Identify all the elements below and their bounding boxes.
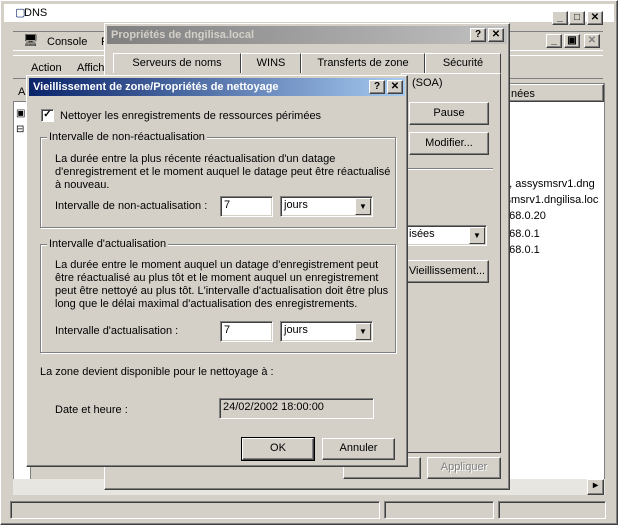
dns-app-icon: ▢ [15, 7, 26, 19]
help-icon[interactable]: ? [470, 28, 486, 42]
no-refresh-value: 7 [224, 199, 231, 211]
cancel-button-label: Annuler [339, 442, 378, 454]
vieillissement-button[interactable]: Vieillissement... [405, 260, 489, 283]
status-panel-3 [498, 501, 606, 519]
tab-label: WINS [256, 57, 286, 69]
scavenge-available-text: La zone devient disponible pour le netto… [40, 366, 274, 378]
refresh-interval-legend: Intervalle d'actualisation [47, 238, 169, 250]
no-refresh-description: La durée entre la plus récente réactuali… [55, 153, 391, 191]
scavenge-checkbox-label[interactable]: Nettoyer les enregistrements de ressourc… [60, 110, 321, 122]
scroll-right-icon[interactable]: ▸ [587, 479, 604, 495]
tab-label: (SOA) [412, 77, 443, 89]
refresh-field-label: Intervalle d'actualisation : [55, 325, 179, 337]
no-refresh-interval-legend: Intervalle de non-réactualisation [47, 131, 207, 143]
dns-title-bar[interactable]: DNS [4, 4, 614, 22]
tab-label: Transferts de zone [317, 57, 409, 69]
chevron-down-icon[interactable]: ▼ [355, 198, 371, 215]
tab-label: Serveurs de noms [132, 57, 222, 69]
tab-soa[interactable]: (SOA) [401, 73, 501, 93]
tree-node-icon: ▣ [16, 108, 26, 119]
refresh-description: La durée entre le moment auquel un datag… [55, 259, 389, 310]
chevron-down-icon[interactable]: ▼ [355, 323, 371, 340]
tab-label: Sécurité [442, 57, 484, 69]
menu-action[interactable]: Action [31, 62, 62, 74]
vieillissement-button-label: Vieillissement... [408, 265, 486, 277]
maximize-icon[interactable]: □ [569, 11, 585, 25]
no-refresh-unit: jours [284, 199, 308, 211]
modifier-button-label: Modifier... [425, 137, 473, 149]
list-item[interactable]: 8], assysmsrv1.dng [500, 178, 595, 190]
close-icon[interactable]: ✕ [387, 80, 403, 94]
ok-button-label: OK [270, 442, 286, 454]
list-item[interactable]: ysmsrv1.dngilisa.loc [500, 194, 598, 206]
separator [405, 168, 493, 170]
no-refresh-unit-select[interactable]: jours ▼ [280, 196, 373, 217]
refresh-value-input[interactable]: 7 [220, 321, 273, 342]
no-refresh-interval-group: Intervalle de non-réactualisation La dur… [40, 131, 396, 228]
status-panel-1 [10, 501, 380, 519]
dns-status-bar [4, 499, 616, 521]
no-refresh-field-label: Intervalle de non-actualisation : [55, 200, 208, 212]
refresh-unit-select[interactable]: jours ▼ [280, 321, 373, 342]
mdi-restore-icon[interactable]: ▣ [564, 34, 580, 48]
pause-button-label: Pause [433, 107, 465, 119]
aging-dialog-title: Vieillissement de zone/Propriétés de net… [33, 81, 279, 93]
mdi-close-icon[interactable]: ✕ [584, 34, 600, 48]
details-list-pane: nées 8], assysmsrv1.dng ysmsrv1.dngilisa… [499, 83, 605, 493]
apply-button[interactable]: Appliquer [427, 457, 501, 479]
refresh-value: 7 [224, 324, 231, 336]
date-time-label: Date et heure : [55, 404, 128, 416]
aging-dialog-title-bar[interactable]: Vieillissement de zone/Propriétés de net… [29, 78, 405, 96]
list-column-header-label: nées [511, 88, 535, 100]
no-refresh-value-input[interactable]: 7 [220, 196, 273, 217]
tree-expand-icon[interactable]: ⊟ [16, 124, 24, 135]
tab-serveurs-de-noms[interactable]: Serveurs de noms [113, 53, 241, 73]
tree-pane-tab-label: A [18, 86, 26, 98]
tab-securite[interactable]: Sécurité [425, 53, 501, 73]
help-icon[interactable]: ? [369, 80, 385, 94]
dynamic-updates-value: isées [409, 228, 435, 240]
close-icon[interactable]: ✕ [488, 28, 504, 42]
refresh-interval-group: Intervalle d'actualisation La durée entr… [40, 238, 396, 353]
scavenge-checkbox[interactable]: ✓ [41, 109, 54, 122]
cancel-button[interactable]: Annuler [322, 438, 395, 460]
menu-console[interactable]: Console [47, 36, 87, 48]
list-column-header[interactable]: nées [500, 84, 604, 102]
tab-transferts-de-zone[interactable]: Transferts de zone [301, 53, 425, 73]
properties-window-title: Propriétés de dngilisa.local [111, 29, 255, 41]
refresh-unit: jours [284, 324, 308, 336]
tree-pane-tab[interactable]: A [13, 83, 25, 101]
modifier-button[interactable]: Modifier... [409, 132, 489, 155]
menu-affichage[interactable]: Affich [77, 62, 104, 74]
pause-button[interactable]: Pause [409, 102, 489, 125]
date-time-value: 24/02/2002 18:00:00 [223, 401, 324, 413]
mdi-minimize-icon[interactable]: _ [546, 34, 562, 48]
console-icon: 🖥 [23, 33, 39, 47]
close-icon[interactable]: ✕ [587, 11, 603, 25]
chevron-down-icon[interactable]: ▼ [469, 227, 485, 244]
aging-dialog: Vieillissement de zone/Propriétés de net… [26, 75, 408, 467]
status-panel-2 [384, 501, 494, 519]
minimize-icon[interactable]: _ [552, 11, 568, 25]
dns-window-title: DNS [24, 7, 48, 19]
apply-button-label: Appliquer [440, 461, 488, 473]
ok-button[interactable]: OK [241, 437, 315, 461]
tab-wins[interactable]: WINS [241, 53, 301, 73]
date-time-field: 24/02/2002 18:00:00 [219, 398, 374, 419]
dynamic-updates-select[interactable]: isées ▼ [405, 225, 487, 246]
properties-title-bar[interactable]: Propriétés de dngilisa.local [107, 26, 507, 44]
